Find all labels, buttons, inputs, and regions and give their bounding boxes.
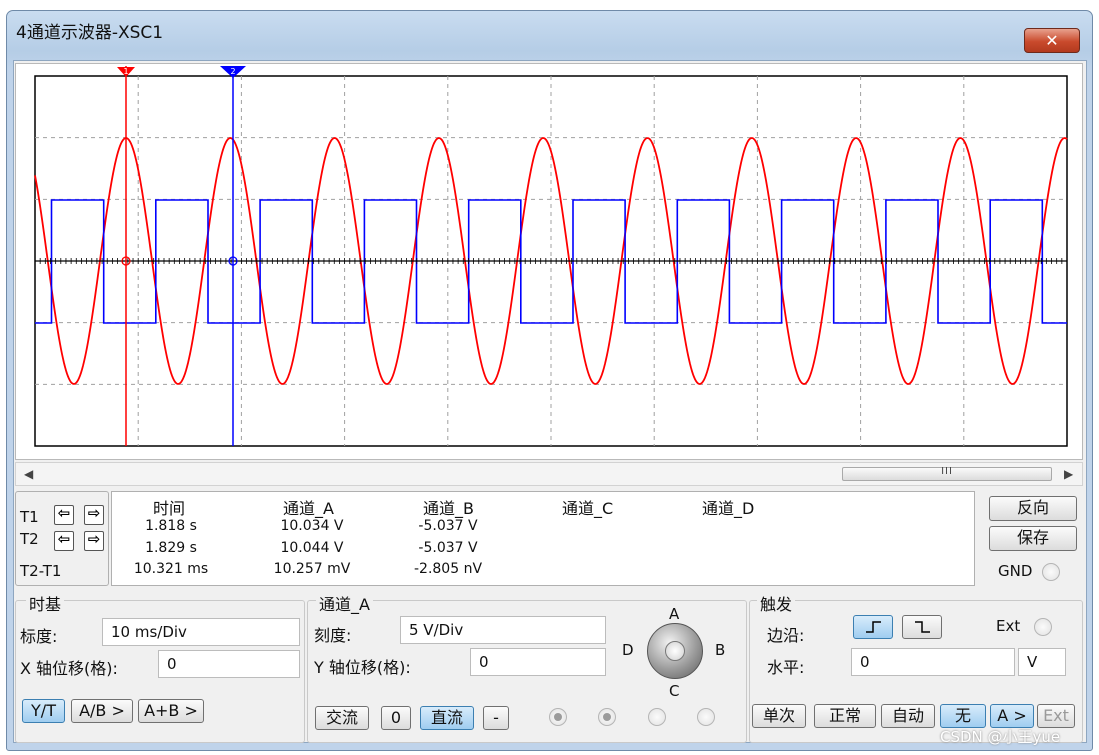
waveform-display[interactable]: 1 2 xyxy=(16,64,1082,459)
channel-scale-label: 刻度: xyxy=(314,626,352,645)
rising-edge-icon xyxy=(866,621,881,633)
row1-channel-a: 10.034 V xyxy=(280,518,344,534)
scroll-thumb[interactable]: III xyxy=(842,466,1052,481)
coupling-zero-button[interactable]: 0 xyxy=(381,706,411,730)
ext-trigger-label: Ext xyxy=(996,617,1021,635)
gnd-radio[interactable] xyxy=(1042,563,1060,581)
window-title: 4通道示波器-XSC1 xyxy=(16,23,164,43)
arrow-left-icon: ⇦ xyxy=(57,530,71,548)
rising-edge-button[interactable] xyxy=(853,615,893,639)
gnd-label: GND xyxy=(998,562,1033,580)
falling-edge-icon xyxy=(915,621,930,633)
coupling-minus-button[interactable]: - xyxy=(483,706,509,730)
arrow-left-icon: ⇦ xyxy=(57,504,71,522)
close-icon: ✕ xyxy=(1045,31,1059,50)
row3-channel-a: 10.257 mV xyxy=(273,561,351,577)
cursor-t1-label: 1 xyxy=(123,67,128,76)
header-time: 时间 xyxy=(153,499,186,518)
knob-label-d: D xyxy=(622,641,634,659)
mode-ab-button[interactable]: A/B > xyxy=(71,699,133,723)
watermark: CSDN @小王yue xyxy=(940,728,1061,746)
header-channel-c: 通道_C xyxy=(562,499,614,518)
arrow-right-icon: ⇨ xyxy=(87,504,101,522)
trigger-normal-button[interactable]: 正常 xyxy=(814,704,876,728)
t2-t1-label: T2-T1 xyxy=(20,562,62,580)
coupling-ac-button[interactable]: 交流 xyxy=(315,706,369,730)
mode-a-plus-b-button[interactable]: A+B > xyxy=(138,699,204,723)
trigger-source-button[interactable]: A > xyxy=(990,704,1034,728)
channel-d-color-radio[interactable] xyxy=(697,708,715,726)
row2-channel-b: -5.037 V xyxy=(418,540,478,556)
coupling-dc-button[interactable]: 直流 xyxy=(420,706,474,730)
trigger-level-label: 水平: xyxy=(767,658,805,677)
scope-screen[interactable]: 1 2 xyxy=(15,63,1083,460)
row3-time: 10.321 ms xyxy=(133,561,209,577)
trigger-none-button[interactable]: 无 xyxy=(940,704,986,728)
channel-b-color-radio[interactable] xyxy=(598,708,616,726)
reverse-button[interactable]: 反向 xyxy=(989,496,1077,521)
channel-a-color-radio[interactable] xyxy=(549,708,567,726)
timebase-scale-input[interactable]: 10 ms/Div xyxy=(102,618,300,646)
header-channel-b: 通道_B xyxy=(423,499,474,518)
trigger-auto-button[interactable]: 自动 xyxy=(881,704,935,728)
channel-selector-knob-center xyxy=(665,641,685,661)
falling-edge-button[interactable] xyxy=(902,615,942,639)
y-position-label: Y 轴位移(格): xyxy=(314,658,411,677)
row1-time: 1.818 s xyxy=(145,518,197,534)
knob-label-c: C xyxy=(669,682,680,700)
trigger-level-unit[interactable]: V xyxy=(1018,648,1066,676)
ext-trigger-radio[interactable] xyxy=(1034,618,1052,636)
trigger-level-input[interactable]: 0 xyxy=(851,648,1015,676)
header-channel-a: 通道_A xyxy=(283,499,334,518)
t1-left-button[interactable]: ⇦ xyxy=(54,504,74,525)
scroll-left-icon[interactable]: ◀ xyxy=(24,467,33,481)
trigger-single-button[interactable]: 单次 xyxy=(752,704,806,728)
trigger-ext-button[interactable]: Ext xyxy=(1037,704,1075,728)
channel-group-label: 通道_A xyxy=(316,591,373,615)
timebase-group-label: 时基 xyxy=(26,591,65,615)
t1-label: T1 xyxy=(20,508,39,526)
x-position-label: X 轴位移(格): xyxy=(20,659,118,678)
cursor-t2-label: 2 xyxy=(230,67,235,76)
axis-ticks xyxy=(34,258,1068,264)
arrow-right-icon: ⇨ xyxy=(87,530,101,548)
timebase-scale-label: 标度: xyxy=(20,627,58,646)
channel-scale-input[interactable]: 5 V/Div xyxy=(400,616,606,644)
t1-right-button[interactable]: ⇨ xyxy=(84,504,104,525)
row2-channel-a: 10.044 V xyxy=(280,540,344,556)
trigger-group-label: 触发 xyxy=(757,591,796,615)
trigger-edge-label: 边沿: xyxy=(767,626,805,645)
knob-label-b: B xyxy=(715,641,726,659)
t2-left-button[interactable]: ⇦ xyxy=(54,530,74,551)
save-button[interactable]: 保存 xyxy=(989,526,1077,551)
x-position-input[interactable]: 0 xyxy=(158,650,300,678)
scroll-right-icon[interactable]: ▶ xyxy=(1064,467,1073,481)
row2-time: 1.829 s xyxy=(145,540,197,556)
y-position-input[interactable]: 0 xyxy=(470,648,606,676)
knob-label-a: A xyxy=(669,605,680,623)
horizontal-scrollbar[interactable]: ◀ III ▶ xyxy=(15,462,1083,486)
measurement-readout xyxy=(111,491,975,586)
row3-channel-b: -2.805 nV xyxy=(413,561,483,577)
close-button[interactable]: ✕ xyxy=(1024,28,1080,53)
t2-right-button[interactable]: ⇨ xyxy=(84,530,104,551)
row1-channel-b: -5.037 V xyxy=(418,518,478,534)
t2-label: T2 xyxy=(20,530,39,548)
scroll-grip: III xyxy=(941,466,953,477)
mode-yt-button[interactable]: Y/T xyxy=(22,699,65,723)
header-channel-d: 通道_D xyxy=(702,499,755,518)
channel-c-color-radio[interactable] xyxy=(648,708,666,726)
